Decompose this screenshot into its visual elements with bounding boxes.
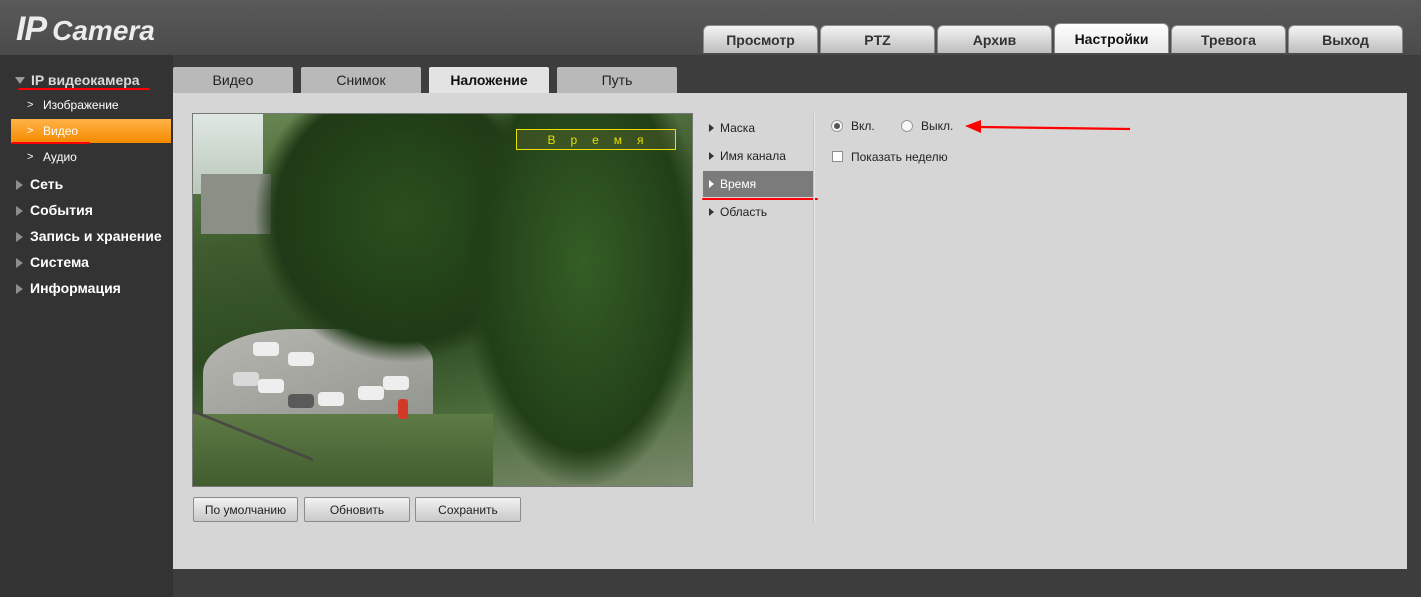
overlay-item-label: Имя канала [720,149,786,163]
sub-tabs: Видео Снимок Наложение Путь [173,67,685,93]
expand-down-icon [15,77,25,84]
save-button[interactable]: Сохранить [415,497,521,522]
tab-preview[interactable]: Просмотр [703,25,818,53]
overlay-item-time[interactable]: Время [703,171,813,197]
annotation-underline [12,142,90,144]
sidebar-item-storage[interactable]: Запись и хранение [0,228,173,244]
sidebar-item-info[interactable]: Информация [0,280,173,296]
main-nav-tabs: Просмотр PTZ Архив Настройки Тревога Вых… [703,23,1405,53]
preview-car [258,379,284,393]
tab-settings[interactable]: Настройки [1054,23,1169,53]
show-week-checkbox[interactable] [832,151,843,162]
overlay-item-label: Область [720,205,768,219]
header-bar: IP Camera Просмотр PTZ Архив Настройки Тр… [0,0,1421,55]
sidebar-item-system[interactable]: Система [0,254,173,270]
on-radio-label: Вкл. [851,119,875,133]
sidebar-item-video[interactable]: > Видео [11,119,171,143]
overlay-item-label: Маска [720,121,755,135]
off-radio-label: Выкл. [921,119,954,133]
preview-car [253,342,279,356]
expand-right-icon [16,258,23,268]
overlay-item-area[interactable]: Область [703,199,813,225]
sidebar-item-label: Запись и хранение [30,228,162,244]
annotation-underline [18,88,150,90]
expand-right-icon [16,180,23,190]
triangle-right-icon [709,208,714,216]
sidebar-item-label: Система [30,254,89,270]
annotation-underline [702,198,818,200]
overlay-item-mask[interactable]: Маска [703,115,813,141]
expand-right-icon [16,284,23,294]
preview-car [233,372,259,386]
refresh-button[interactable]: Обновить [304,497,410,522]
sidebar-item-label: Сеть [30,176,64,192]
panel-divider [813,113,815,523]
preview-car [288,394,314,408]
sidebar-item-image[interactable]: > Изображение [11,93,171,117]
sidebar-item-events[interactable]: События [0,202,173,218]
show-week-label: Показать неделю [851,150,948,164]
sidebar-item-audio[interactable]: > Аудио [11,145,171,169]
tab-alarm[interactable]: Тревога [1171,25,1286,53]
tab-ptz[interactable]: PTZ [820,25,935,53]
sidebar-item-label: События [30,202,93,218]
logo-camera: Camera [52,15,155,46]
chevron-right-icon: > [27,99,34,111]
preview-person [398,399,408,419]
triangle-right-icon [709,152,714,160]
default-button[interactable]: По умолчанию [193,497,298,522]
sidebar-group-ip-camera[interactable]: IP видеокамера [0,72,173,88]
app-logo: IP Camera [16,10,155,49]
triangle-right-icon [709,124,714,132]
sidebar-item-label: Изображение [43,98,119,112]
logo-ip: IP [16,10,47,48]
on-radio[interactable] [831,120,843,132]
time-overlay-box[interactable]: Время [516,129,676,150]
sidebar: IP видеокамера > Изображение > Видео > Ауди… [0,55,173,597]
overlay-item-channel-name[interactable]: Имя канала [703,143,813,169]
subtab-overlay[interactable]: Наложение [429,67,549,93]
sidebar-item-label: Аудио [43,150,77,164]
expand-right-icon [16,206,23,216]
overlay-item-label: Время [720,177,757,191]
preview-car [318,392,344,406]
sidebar-item-label: Информация [30,280,121,296]
preview-car [358,386,384,400]
chevron-right-icon: > [27,125,34,137]
sidebar-item-network[interactable]: Сеть [0,176,173,192]
video-preview: Время [192,113,693,487]
sidebar-item-label: Видео [43,124,79,138]
triangle-right-icon [709,180,714,188]
tab-archive[interactable]: Архив [937,25,1052,53]
preview-tree [463,114,692,484]
chevron-right-icon: > [27,151,34,163]
off-radio[interactable] [901,120,913,132]
sidebar-group-label: IP видеокамера [31,72,140,88]
subtab-video[interactable]: Видео [173,67,293,93]
subtab-snapshot[interactable]: Снимок [301,67,421,93]
subtab-path[interactable]: Путь [557,67,677,93]
preview-car [383,376,409,390]
preview-car [288,352,314,366]
tab-logout[interactable]: Выход [1288,25,1403,53]
expand-right-icon [16,232,23,242]
annotation-arrow-icon [965,120,1131,133]
